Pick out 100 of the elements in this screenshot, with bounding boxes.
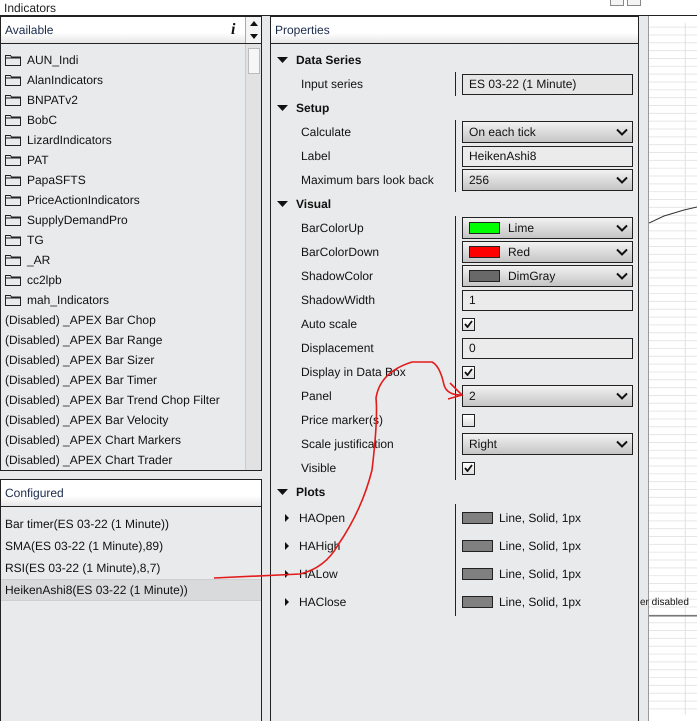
folder-item[interactable]: AlanIndicators [1, 70, 245, 90]
property-label: BarColorUp [301, 221, 364, 235]
checkbox[interactable] [462, 462, 475, 474]
expand-icon[interactable] [285, 598, 289, 606]
input-field[interactable]: 1 [462, 290, 633, 310]
folder-icon [5, 214, 21, 226]
panel-title: Configured [4, 486, 65, 500]
folder-icon [5, 174, 21, 186]
color-dropdown[interactable]: DimGray [462, 265, 633, 287]
line-style-swatch [462, 568, 493, 580]
chart-note: er disabled [640, 597, 689, 608]
indicator-item[interactable]: (Disabled) _APEX Bar Velocity [1, 410, 245, 430]
checkbox[interactable] [462, 366, 475, 378]
category-title: Plots [296, 485, 326, 499]
property-label: Panel [301, 389, 332, 403]
property-label: BarColorDown [301, 245, 380, 259]
collapse-icon[interactable] [277, 57, 288, 63]
folder-icon [5, 74, 21, 86]
scrollbar[interactable] [245, 44, 261, 470]
checkbox[interactable] [462, 318, 475, 330]
dropdown[interactable]: On each tick [462, 121, 633, 143]
dropdown[interactable]: 256 [462, 169, 633, 191]
property-label: HALow [299, 567, 338, 581]
folder-icon [5, 274, 21, 286]
folder-item[interactable]: PriceActionIndicators [1, 190, 245, 210]
dropdown-icon[interactable] [616, 248, 628, 256]
window-button[interactable] [627, 0, 641, 6]
folder-item[interactable]: _AR [1, 250, 245, 270]
scroll-down-icon[interactable] [250, 34, 258, 39]
dropdown[interactable]: Right [462, 433, 633, 455]
info-button[interactable]: i [231, 21, 245, 39]
folder-item[interactable]: PAT [1, 150, 245, 170]
folder-icon [5, 194, 21, 206]
collapse-icon[interactable] [277, 105, 288, 111]
dropdown[interactable]: 2 [462, 385, 633, 407]
expand-icon[interactable] [285, 514, 289, 522]
folder-item[interactable]: mah_Indicators [1, 290, 245, 310]
panel-title: Available [4, 23, 54, 37]
dropdown-icon[interactable] [616, 392, 628, 400]
folder-item[interactable]: LizardIndicators [1, 130, 245, 150]
input-field[interactable]: 0 [462, 338, 633, 358]
price-line [649, 206, 697, 224]
indicator-item[interactable]: (Disabled) _APEX Bar Trend Chop Filter [1, 390, 245, 410]
indicator-item[interactable]: (Disabled) _APEX Bar Chop [1, 310, 245, 330]
dropdown-icon[interactable] [616, 272, 628, 280]
plot-style-text: Line, Solid, 1px [499, 567, 582, 581]
plot-style-text: Line, Solid, 1px [499, 595, 582, 609]
property-label: Maximum bars look back [301, 173, 434, 187]
indicator-item[interactable]: (Disabled) _APEX Bar Sizer [1, 350, 245, 370]
folder-icon [5, 154, 21, 166]
scroll-thumb[interactable] [248, 48, 260, 74]
dropdown-icon[interactable] [616, 128, 628, 136]
window-button[interactable] [610, 0, 624, 6]
window-title: Indicators [3, 2, 56, 15]
folder-item[interactable]: AUN_Indi [1, 50, 245, 70]
folder-icon [5, 294, 21, 306]
expand-icon[interactable] [285, 570, 289, 578]
expand-icon[interactable] [285, 542, 289, 550]
plot-style-text: Line, Solid, 1px [499, 539, 582, 553]
property-label: ShadowWidth [301, 293, 376, 307]
input-field[interactable]: HeikenAshi8 [462, 146, 633, 166]
collapse-icon[interactable] [277, 489, 288, 495]
collapse-icon[interactable] [277, 201, 288, 207]
indicator-item[interactable]: (Disabled) _APEX Bar Range [1, 330, 245, 350]
property-label: Visible [301, 461, 336, 475]
category-title: Visual [296, 197, 332, 211]
dropdown-icon[interactable] [616, 176, 628, 184]
folder-item[interactable]: TG [1, 230, 245, 250]
folder-item[interactable]: BobC [1, 110, 245, 130]
folder-icon [5, 254, 21, 266]
category-title: Setup [296, 101, 330, 115]
category-title: Data Series [296, 53, 362, 67]
configured-item[interactable]: Bar timer(ES 03-22 (1 Minute)) [1, 513, 261, 535]
plot-style-text: Line, Solid, 1px [499, 511, 582, 525]
indicator-item[interactable]: (Disabled) _APEX Chart Trader [1, 450, 245, 470]
property-label: Input series [301, 77, 364, 91]
configured-item[interactable]: RSI(ES 03-22 (1 Minute),8,7) [1, 557, 261, 579]
folder-icon [5, 134, 21, 146]
folder-icon [5, 234, 21, 246]
input-field[interactable]: ES 03-22 (1 Minute) [462, 74, 633, 94]
folder-item[interactable]: cc2lpb [1, 270, 245, 290]
indicator-item[interactable]: (Disabled) _APEX Bar Timer [1, 370, 245, 390]
color-dropdown[interactable]: Red [462, 241, 633, 263]
property-label: HAOpen [299, 511, 346, 525]
property-label: Calculate [301, 125, 352, 139]
line-style-swatch [462, 512, 493, 524]
folder-icon [5, 114, 21, 126]
folder-item[interactable]: BNPATv2 [1, 90, 245, 110]
color-dropdown[interactable]: Lime [462, 217, 633, 239]
dropdown-icon[interactable] [616, 440, 628, 448]
configured-item[interactable]: SMA(ES 03-22 (1 Minute),89) [1, 535, 261, 557]
folder-icon [5, 54, 21, 66]
property-label: HAClose [299, 595, 346, 609]
folder-item[interactable]: PapaSFTS [1, 170, 245, 190]
scroll-up-icon[interactable] [250, 21, 258, 26]
dropdown-icon[interactable] [616, 224, 628, 232]
folder-item[interactable]: SupplyDemandPro [1, 210, 245, 230]
configured-item[interactable]: HeikenAshi8(ES 03-22 (1 Minute)) [1, 579, 261, 601]
checkbox[interactable] [462, 414, 475, 426]
indicator-item[interactable]: (Disabled) _APEX Chart Markers [1, 430, 245, 450]
